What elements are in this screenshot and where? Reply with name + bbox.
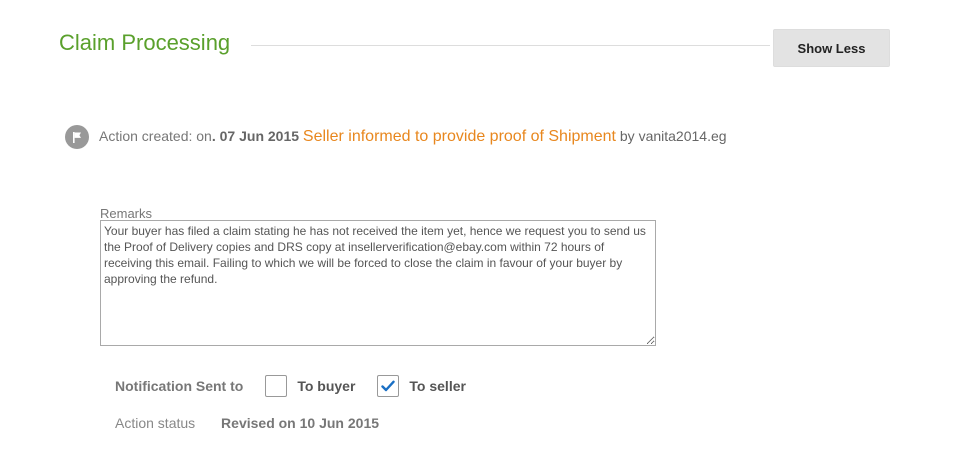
remarks-textarea[interactable]: Your buyer has filed a claim stating he …: [100, 220, 656, 346]
checkmark-icon: [381, 380, 396, 392]
action-prefix: Action created: on: [99, 128, 212, 144]
action-by-prefix: by: [619, 128, 635, 144]
action-status-value: Revised on 10 Jun 2015: [221, 415, 380, 431]
show-less-button[interactable]: Show Less: [773, 29, 890, 67]
notification-label: Notification Sent to: [115, 378, 244, 394]
action-entry: Action created: on. 07 Jun 2015 Seller i…: [65, 124, 727, 150]
to-buyer-checkbox[interactable]: [265, 375, 288, 397]
notification-row: Notification Sent to To buyer To seller: [115, 374, 488, 398]
action-summary: Action created: on. 07 Jun 2015 Seller i…: [99, 128, 727, 146]
to-seller-checkbox[interactable]: [377, 375, 400, 397]
action-title-link[interactable]: Seller informed to provide proof of Ship…: [303, 128, 616, 145]
action-status-label: Action status: [115, 415, 196, 431]
flag-icon: [65, 125, 89, 149]
action-status-row: Action status Revised on 10 Jun 2015: [115, 415, 379, 431]
to-buyer-label[interactable]: To buyer: [297, 378, 355, 394]
action-user: vanita2014.eg: [638, 128, 727, 144]
to-seller-label[interactable]: To seller: [409, 378, 466, 394]
action-date: . 07 Jun 2015: [211, 128, 300, 144]
remarks-label: Remarks: [100, 206, 153, 221]
section-title: Claim Processing: [59, 30, 231, 55]
title-divider: [251, 45, 770, 46]
